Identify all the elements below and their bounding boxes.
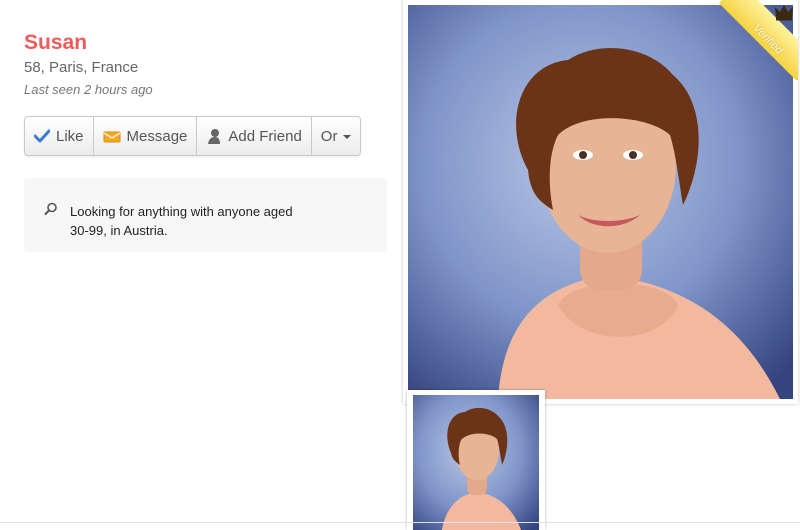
like-button[interactable]: Like	[25, 117, 94, 155]
profile-location: 58, Paris, France	[24, 59, 139, 76]
person-icon	[208, 129, 221, 144]
profile-header: Susan 58, Paris, France Last seen 2 hour…	[24, 30, 388, 97]
check-icon	[34, 129, 50, 143]
envelope-icon	[103, 131, 121, 142]
photo-thumbnail[interactable]	[407, 390, 545, 530]
verified-badge: Verified	[718, 0, 798, 80]
last-seen-status: Last seen 2 hours ago	[24, 82, 153, 97]
profile-name: Susan	[24, 31, 88, 54]
message-button[interactable]: Message	[93, 117, 198, 155]
profile-action-buttons: Like Message Add Friend Or	[24, 116, 362, 156]
caret-down-icon	[343, 135, 352, 139]
looking-for-text: Looking for anything with anyone aged 30…	[70, 204, 293, 238]
thumbnail-image	[413, 395, 539, 530]
like-label: Like	[56, 127, 84, 145]
more-options-dropdown[interactable]: Or	[311, 117, 361, 155]
add-friend-button[interactable]: Add Friend	[197, 117, 312, 155]
divider	[0, 522, 800, 523]
add-friend-label: Add Friend	[228, 127, 302, 145]
search-icon	[44, 202, 57, 215]
main-profile-photo[interactable]: Verified	[403, 0, 798, 404]
message-label: Message	[126, 127, 188, 145]
or-label: Or	[320, 127, 338, 145]
looking-for-panel: Looking for anything with anyone aged 30…	[24, 178, 387, 252]
crown-icon	[775, 5, 793, 21]
